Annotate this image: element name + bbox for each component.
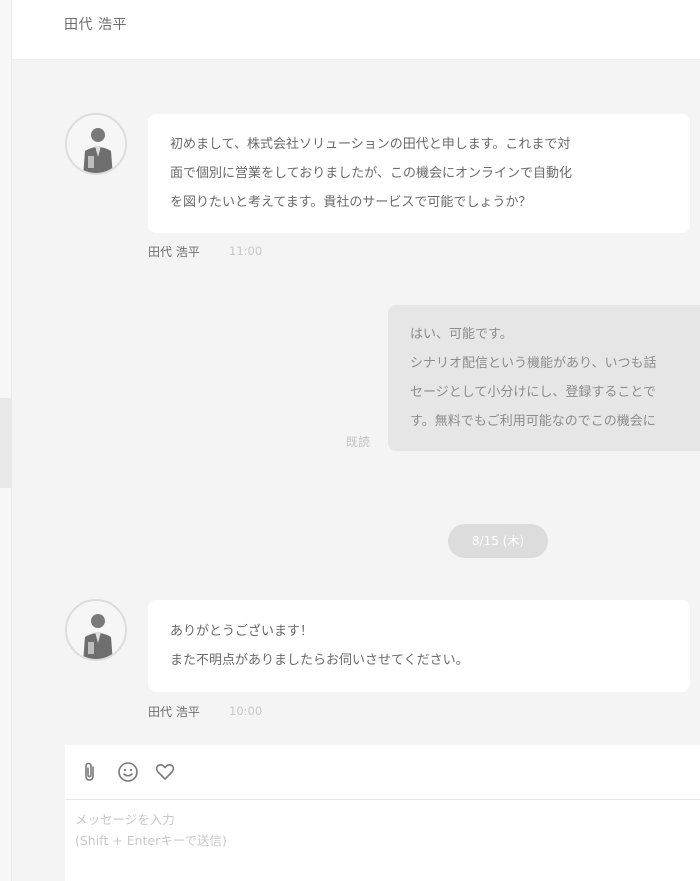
chat-window: 田代 浩平 初めまして、株式会社ソリューションの田代と申します。これまで対 面で…: [0, 0, 700, 881]
person-avatar-icon: [67, 601, 125, 659]
message-sender-name: 田代 浩平: [148, 705, 200, 719]
paperclip-icon[interactable]: [79, 761, 101, 783]
message-text-line: シナリオ配信という機能があり、いつも話: [410, 356, 657, 371]
outgoing-message-bubble[interactable]: はい、可能です。 シナリオ配信という機能があり、いつも話 セージとして小分けにし…: [388, 305, 700, 451]
left-sidebar-edge: [0, 0, 12, 881]
message-list[interactable]: 初めまして、株式会社ソリューションの田代と申します。これまで対 面で個別に営業を…: [12, 60, 700, 745]
message-composer: [65, 745, 700, 881]
message-text-line: す。無料でもご利用可能なのでこの機会に: [410, 414, 656, 429]
message-text-line: 初めまして、株式会社ソリューションの田代と申します。これまで対: [170, 137, 571, 152]
message-timestamp: 11:00: [229, 244, 263, 258]
person-avatar-icon: [67, 115, 125, 173]
incoming-message-bubble[interactable]: ありがとうございます！ また不明点がありましたらお伺いさせてください。: [148, 600, 690, 692]
heart-icon[interactable]: [154, 761, 176, 783]
message-input[interactable]: [75, 809, 690, 871]
smiley-icon[interactable]: [117, 761, 139, 783]
incoming-message-bubble[interactable]: 初めまして、株式会社ソリューションの田代と申します。これまで対 面で個別に営業を…: [148, 114, 690, 233]
message-sender-name: 田代 浩平: [148, 245, 200, 259]
message-text-line: を図りたいと考えてます。貴社のサービスで可能でしょうか？: [170, 195, 532, 210]
message-text-line: セージとして小分けにし、登録することで: [410, 385, 656, 400]
sidebar-active-marker: [0, 398, 12, 488]
message-text-line: はい、可能です。: [410, 327, 513, 342]
chat-partner-name: 田代 浩平: [64, 17, 127, 33]
message-timestamp: 10:00: [229, 704, 263, 718]
message-text-line: ありがとうございます！: [170, 624, 314, 639]
date-separator: 8/15 (木): [448, 524, 548, 558]
sender-avatar[interactable]: [65, 113, 127, 175]
composer-toolbar: [65, 745, 700, 800]
sender-avatar[interactable]: [65, 599, 127, 661]
read-receipt: 既読: [346, 435, 371, 449]
message-text-line: また不明点がありましたらお伺いさせてください。: [170, 653, 469, 668]
chat-header: 田代 浩平: [12, 0, 700, 60]
message-text-line: 面で個別に営業をしておりましたが、この機会にオンラインで自動化: [170, 166, 572, 181]
